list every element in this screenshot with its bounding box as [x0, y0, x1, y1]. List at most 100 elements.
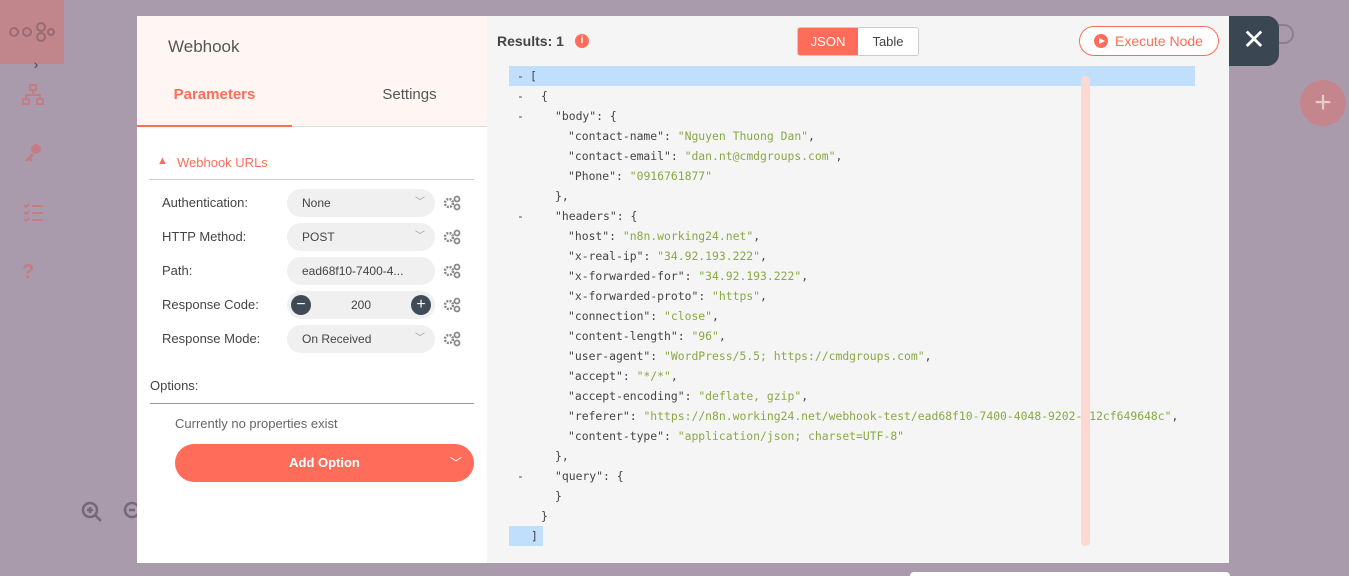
add-option-label: Add Option: [289, 455, 360, 470]
json-line-content: }: [541, 509, 548, 523]
chevron-down-icon: ﹀: [415, 197, 425, 208]
select-value: POST: [302, 230, 335, 244]
json-line-content: "x-real-ip": "34.92.193.222",: [568, 249, 767, 263]
gears-icon[interactable]: [442, 296, 462, 314]
expand-sidebar-icon[interactable]: ›: [26, 56, 46, 72]
section-label: Webhook URLs: [177, 155, 268, 170]
gears-icon[interactable]: [442, 330, 462, 348]
param-label: HTTP Method:: [162, 229, 247, 244]
options-label: Options:: [150, 378, 474, 404]
tab-settings[interactable]: Settings: [337, 80, 482, 127]
increment-button[interactable]: +: [411, 295, 431, 315]
json-string: "https": [712, 289, 761, 303]
json-key: "x-real-ip": [568, 249, 644, 263]
json-line-content: "accept-encoding": "deflate, gzip",: [568, 389, 809, 403]
webhook-urls-toggle[interactable]: ▲ Webhook URLs: [149, 154, 474, 180]
chevron-down-icon: ﹀: [449, 456, 462, 470]
logo-icon: [9, 22, 55, 42]
path-input[interactable]: ead68f10-7400-4...: [287, 257, 435, 285]
json-key: "query": [555, 469, 604, 483]
chevron-up-icon: ▲: [157, 155, 168, 167]
tab-parameters[interactable]: Parameters: [137, 80, 292, 127]
collapse-toggle[interactable]: -: [517, 466, 531, 486]
gears-icon[interactable]: [442, 262, 462, 280]
json-key: "content-length": [568, 329, 678, 343]
param-response-mode: Response Mode: On Received ﹀: [162, 325, 472, 353]
json-line-content: ]: [531, 529, 538, 543]
help-icon[interactable]: ?: [22, 261, 44, 283]
table-view-button[interactable]: Table: [858, 28, 918, 55]
http-method-select[interactable]: POST ﹀: [287, 223, 435, 251]
param-label: Response Code:: [162, 297, 259, 312]
json-line-content: }: [555, 489, 562, 503]
json-key: "content-type": [568, 429, 665, 443]
workflow-icon[interactable]: [22, 84, 44, 106]
info-icon[interactable]: i: [575, 34, 589, 48]
json-key: "headers": [555, 209, 617, 223]
key-icon[interactable]: [22, 142, 44, 164]
json-string: "application/json; charset=UTF-8": [677, 429, 905, 443]
json-line-content: "accept": "*/*",: [568, 369, 678, 383]
gears-icon[interactable]: [442, 228, 462, 246]
zoom-out-icon[interactable]: [122, 500, 137, 524]
response-code-stepper[interactable]: 200 − +: [287, 291, 435, 319]
json-line-content: "Phone": "0916761877": [568, 169, 713, 183]
executions-list-icon[interactable]: [22, 201, 44, 223]
results-count: Results: 1: [497, 33, 564, 49]
collapse-toggle[interactable]: -: [517, 66, 531, 86]
node-tabs: Parameters Settings: [137, 80, 487, 127]
execute-node-label: Execute Node: [1115, 33, 1203, 49]
json-string: "https://n8n.working24.net/webhook-test/…: [643, 409, 1172, 423]
play-icon: [1094, 34, 1108, 48]
authentication-select[interactable]: None ﹀: [287, 189, 435, 217]
gears-icon[interactable]: [442, 194, 462, 212]
json-key: "host": [568, 229, 610, 243]
response-mode-select[interactable]: On Received ﹀: [287, 325, 435, 353]
scrollbar[interactable]: [1081, 76, 1090, 546]
add-node-button[interactable]: +: [1300, 80, 1346, 126]
json-line-content: "x-forwarded-proto": "https",: [568, 289, 767, 303]
node-header: Webhook Parameters Settings: [137, 16, 487, 127]
param-label: Authentication:: [162, 195, 249, 210]
json-line-content: "host": "n8n.working24.net",: [568, 229, 761, 243]
json-view-button[interactable]: JSON: [798, 28, 858, 55]
results-panel: Results: 1 i JSON Table Execute Node -[-…: [487, 16, 1229, 563]
json-line: -[: [509, 66, 1195, 86]
node-title[interactable]: Webhook: [168, 37, 240, 57]
json-string: "n8n.working24.net": [622, 229, 754, 243]
param-label: Response Mode:: [162, 331, 261, 346]
add-option-button[interactable]: Add Option ﹀: [175, 444, 474, 482]
json-key: "Phone": [568, 169, 617, 183]
collapse-toggle[interactable]: -: [517, 106, 531, 126]
json-line: ]: [509, 526, 543, 546]
select-value: None: [302, 196, 331, 210]
select-value: On Received: [302, 332, 372, 346]
decrement-button[interactable]: −: [291, 295, 311, 315]
param-path: Path: ead68f10-7400-4...: [162, 257, 472, 285]
json-line-content: {: [541, 89, 548, 103]
chevron-down-icon: ﹀: [415, 231, 425, 242]
json-line-content: },: [555, 449, 569, 463]
json-output[interactable]: -[-{- "body": {"contact-name": "Nguyen Th…: [509, 66, 1219, 546]
node-settings-modal: Webhook Parameters Settings ▲ Webhook UR…: [137, 16, 1229, 563]
parameters-panel: Webhook Parameters Settings ▲ Webhook UR…: [137, 16, 487, 563]
json-string: "WordPress/5.5; https://cmdgroups.com": [664, 349, 925, 363]
n8n-logo[interactable]: [0, 0, 64, 64]
json-line-content: "contact-email": "dan.nt@cmdgroups.com",: [568, 149, 843, 163]
collapse-toggle[interactable]: -: [517, 206, 531, 226]
execute-node-button[interactable]: Execute Node: [1079, 26, 1219, 56]
zoom-in-icon[interactable]: [80, 500, 104, 524]
json-key: "x-forwarded-for": [568, 269, 685, 283]
json-line-content: "connection": "close",: [568, 309, 719, 323]
json-line-content: "body": {: [555, 109, 617, 123]
json-line-content: "user-agent": "WordPress/5.5; https://cm…: [568, 349, 932, 363]
json-line-content: "x-forwarded-for": "34.92.193.222",: [568, 269, 809, 283]
param-label: Path:: [162, 263, 193, 278]
json-string: "34.92.193.222": [657, 249, 761, 263]
background-panel: [910, 572, 1230, 576]
close-button[interactable]: ✕: [1229, 16, 1279, 66]
json-key: "contact-name": [568, 129, 665, 143]
json-line-content: "contact-name": "Nguyen Thuong Dan",: [568, 129, 815, 143]
collapse-toggle[interactable]: -: [517, 86, 531, 106]
json-key: "body": [555, 109, 597, 123]
